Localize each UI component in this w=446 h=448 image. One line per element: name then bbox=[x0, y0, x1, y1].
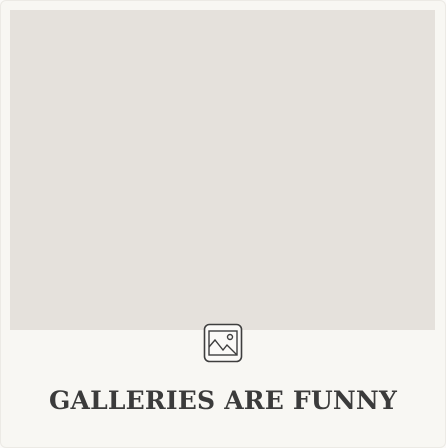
gallery-card[interactable]: GALLERIES ARE FUNNY bbox=[0, 0, 446, 448]
gallery-thumbnail[interactable] bbox=[10, 10, 435, 330]
gallery-title[interactable]: GALLERIES ARE FUNNY bbox=[0, 386, 446, 415]
image-placeholder-icon bbox=[203, 323, 243, 363]
